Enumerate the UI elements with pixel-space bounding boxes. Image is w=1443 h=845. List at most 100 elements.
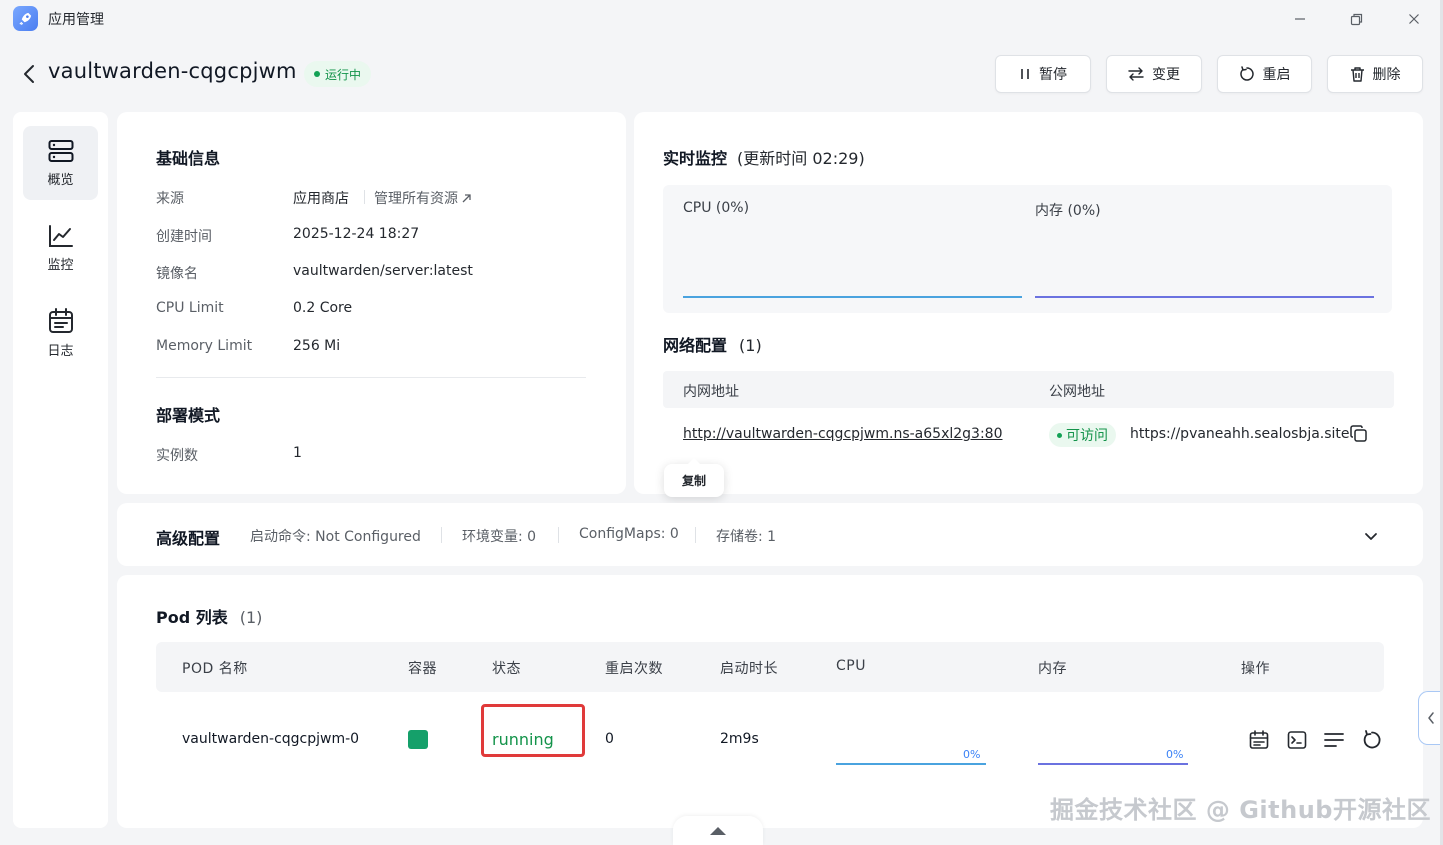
deploy-mode-title: 部署模式 — [156, 406, 221, 425]
memory-monitor-label: 内存 (0%) — [1035, 203, 1101, 219]
sidebar-item-overview[interactable]: 概览 — [23, 126, 98, 200]
status-badge: 运行中 — [304, 61, 372, 87]
cpu-monitor-label: CPU (0%) — [683, 200, 750, 216]
start-command-info: 启动命令: Not Configured — [250, 529, 421, 545]
restart-button[interactable]: 重启 — [1217, 55, 1312, 93]
pause-button-label: 暂停 — [1039, 67, 1067, 83]
column-header: 操作 — [1241, 661, 1270, 677]
bottom-panel-toggle[interactable] — [673, 816, 763, 845]
back-arrow-icon[interactable] — [18, 61, 40, 87]
manage-resources-link[interactable]: 管理所有资源 — [374, 188, 472, 208]
column-header: 状态 — [492, 661, 521, 677]
delete-button[interactable]: 删除 — [1327, 55, 1423, 93]
window-title: 应用管理 — [48, 12, 104, 28]
replicas-value: 1 — [293, 445, 302, 461]
pod-list-title-label: Pod 列表 — [156, 608, 228, 627]
pod-restarts: 0 — [605, 731, 614, 747]
chevron-down-icon[interactable] — [1364, 530, 1378, 546]
sidebar: 概览 监控 日志 — [13, 112, 108, 828]
terminal-icon[interactable] — [1286, 729, 1308, 751]
divider — [156, 377, 586, 378]
pause-icon — [1021, 69, 1029, 79]
divider — [364, 190, 365, 204]
chevron-left-icon — [1428, 712, 1434, 724]
status-dot — [314, 71, 320, 77]
created-value: 2025-12-24 18:27 — [293, 226, 420, 242]
pod-count: (1) — [239, 608, 263, 627]
restart-pod-icon[interactable] — [1361, 729, 1383, 751]
page-title: vaultwarden-cqgcpjwm — [48, 59, 297, 83]
title-bar: 应用管理 — [0, 0, 1443, 38]
configmaps-info: ConfigMaps: 0 — [579, 526, 679, 542]
manage-resources-label: 管理所有资源 — [374, 191, 458, 207]
storage-info: 存储卷: 1 — [716, 529, 777, 545]
copy-icon[interactable] — [1350, 425, 1368, 447]
pod-uptime: 2m9s — [720, 731, 759, 747]
cpu-monitor-line — [683, 296, 1022, 298]
pod-list-title: Pod 列表 (1) — [156, 604, 262, 628]
column-header: POD 名称 — [182, 661, 248, 677]
sidebar-item-label: 监控 — [47, 257, 74, 273]
close-window-icon[interactable] — [1403, 8, 1425, 30]
sidebar-item-monitor[interactable]: 监控 — [23, 211, 98, 285]
env-vars-info: 环境变量: 0 — [462, 529, 537, 545]
divider — [441, 527, 442, 543]
overview-icon — [48, 139, 73, 162]
column-header: 内存 — [1038, 661, 1067, 677]
network-title-label: 网络配置 — [663, 336, 728, 355]
pod-memory-line — [1038, 763, 1188, 765]
image-value: vaultwarden/server:latest — [293, 263, 473, 279]
details-list-icon[interactable] — [1323, 729, 1345, 751]
copy-tooltip-label: 复制 — [681, 474, 706, 488]
app-logo-icon — [13, 6, 38, 31]
change-button-label: 变更 — [1152, 67, 1180, 83]
pod-memory-percent: 0% — [1166, 748, 1184, 761]
restore-window-icon[interactable] — [1345, 8, 1367, 30]
cpu-limit-label: CPU Limit — [156, 300, 224, 316]
source-label: 来源 — [156, 191, 184, 207]
pod-cpu-percent: 0% — [963, 748, 981, 761]
advanced-config-title: 高级配置 — [156, 529, 221, 548]
basic-info-title: 基础信息 — [156, 149, 221, 168]
change-button[interactable]: 变更 — [1106, 55, 1202, 93]
column-header: CPU — [836, 658, 866, 674]
column-header: 重启次数 — [605, 661, 663, 677]
column-header: 容器 — [408, 661, 437, 677]
sidebar-item-logs[interactable]: 日志 — [23, 296, 98, 370]
internal-address-header: 内网地址 — [683, 384, 739, 400]
network-count: (1) — [739, 336, 762, 355]
network-table-header: 内网地址 公网地址 — [663, 371, 1394, 408]
container-status-indicator[interactable] — [408, 730, 428, 749]
calendar-icon — [48, 307, 73, 333]
swap-icon — [1128, 67, 1144, 81]
restart-icon — [1239, 66, 1254, 81]
public-address-header: 公网地址 — [1049, 384, 1105, 400]
divider — [695, 527, 696, 543]
caret-up-icon — [710, 826, 726, 835]
network-title: 网络配置 (1) — [663, 332, 762, 356]
internal-url-link[interactable]: http://vaultwarden-cqgcpjwm.ns-a65xl2g3:… — [683, 426, 1002, 442]
monitor-title: 实时监控 (更新时间 02:29) — [663, 145, 865, 169]
pause-button[interactable]: 暂停 — [995, 55, 1091, 93]
replicas-label: 实例数 — [156, 448, 198, 464]
chart-icon — [48, 224, 73, 247]
monitor-panel — [663, 185, 1392, 313]
pod-status: running — [492, 730, 554, 749]
source-value: 应用商店 — [293, 191, 349, 207]
column-header: 启动时长 — [720, 661, 778, 677]
memory-limit-value: 256 Mi — [293, 338, 341, 354]
memory-limit-label: Memory Limit — [156, 338, 253, 354]
monitor-title-label: 实时监控 — [663, 149, 728, 168]
monitor-updated: (更新时间 02:29) — [737, 149, 865, 168]
cpu-limit-value: 0.2 Core — [293, 300, 353, 316]
sidebar-item-label: 日志 — [47, 343, 74, 359]
pod-logs-icon[interactable] — [1248, 729, 1270, 751]
public-url-link[interactable]: https://pvaneahh.sealosbja.site — [1130, 426, 1350, 442]
sidebar-item-label: 概览 — [47, 172, 74, 188]
watermark: 掘金技术社区 @ Github开源社区 — [1050, 796, 1431, 824]
divider — [558, 527, 559, 543]
access-status-label: 可访问 — [1066, 428, 1108, 444]
trash-icon — [1350, 67, 1364, 82]
minimize-icon[interactable] — [1289, 8, 1311, 30]
status-badge-label: 运行中 — [325, 67, 362, 82]
